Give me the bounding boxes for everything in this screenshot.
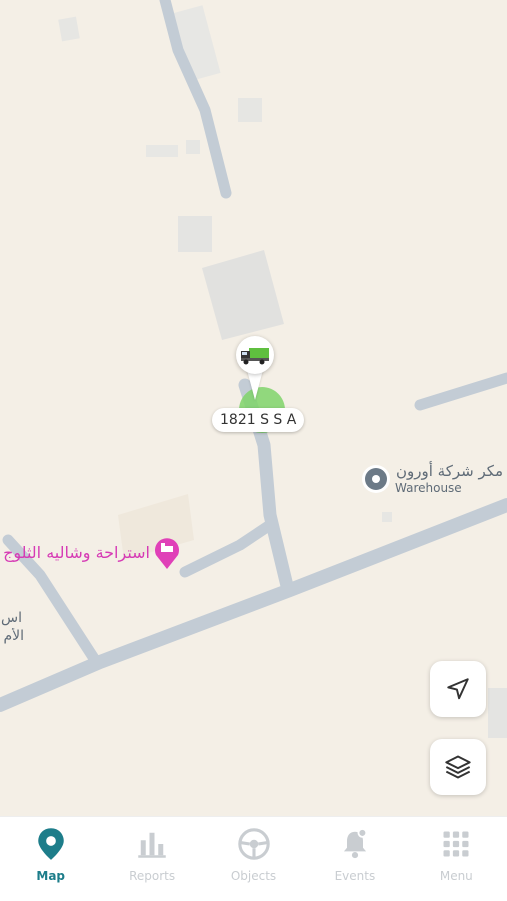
tab-menu-label: Menu (439, 869, 473, 883)
map-pin-icon (37, 828, 64, 860)
locate-button[interactable] (430, 661, 486, 717)
steering-wheel-icon (237, 828, 270, 860)
layers-icon (445, 755, 471, 779)
place-label-line2: الأم (3, 628, 24, 644)
building (238, 98, 262, 122)
building (178, 216, 212, 252)
location-pin-icon[interactable] (362, 465, 390, 493)
tab-objects[interactable]: Objects (203, 817, 304, 901)
building (146, 145, 178, 157)
tab-objects-label: Objects (230, 869, 277, 883)
bar-chart-icon (138, 832, 166, 858)
map-canvas[interactable]: 1821 S S A مكر شركة أورون Warehouse استر… (0, 0, 507, 816)
vehicle-pin-tail (247, 370, 263, 400)
tab-map-label: Map (36, 869, 66, 883)
tab-menu[interactable]: Menu (406, 817, 507, 901)
tab-reports[interactable]: Reports (101, 817, 202, 901)
poi-warehouse-name[interactable]: مكر شركة أورون (396, 462, 503, 480)
bell-icon (343, 828, 368, 859)
building (488, 688, 507, 738)
place-label-line1: اس (1, 610, 22, 626)
layers-button[interactable] (430, 739, 486, 795)
tab-events[interactable]: Events (304, 817, 405, 901)
vehicle-label[interactable]: 1821 S S A (212, 408, 305, 432)
grid-icon (443, 831, 469, 857)
poi-rest-house-name[interactable]: استراحة وشاليه الثلوج (0, 543, 150, 562)
vehicle-marker[interactable] (236, 336, 274, 374)
tab-reports-label: Reports (129, 869, 176, 883)
poi-warehouse-category: Warehouse (395, 481, 462, 495)
building (186, 140, 200, 154)
bottom-tab-bar: Map Reports Objects Events Menu (0, 816, 507, 901)
tab-map[interactable]: Map (0, 817, 101, 901)
navigation-arrow-icon (447, 678, 469, 700)
building (58, 16, 80, 42)
building (382, 512, 392, 522)
tab-events-label: Events (334, 869, 376, 883)
truck-icon (241, 348, 269, 365)
